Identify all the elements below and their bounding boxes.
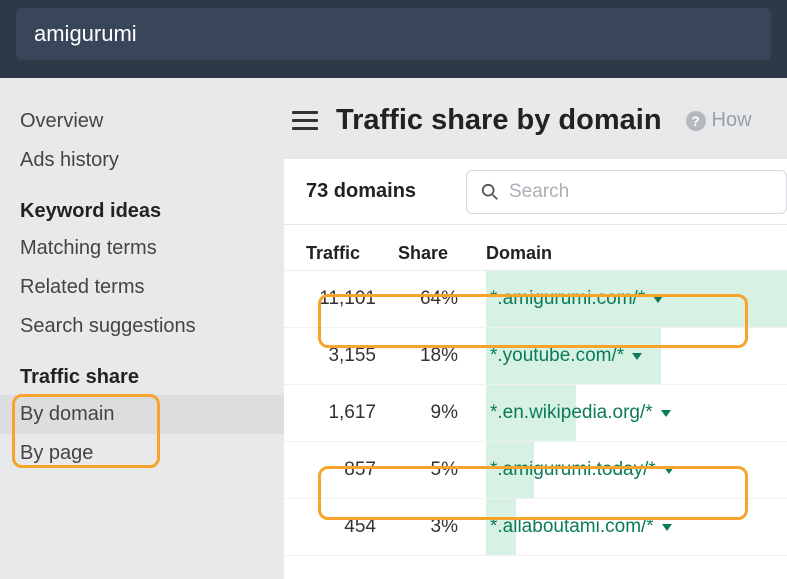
sidebar-item-by-page[interactable]: By page bbox=[0, 434, 284, 473]
sidebar-item-related-terms[interactable]: Related terms bbox=[0, 268, 284, 307]
domain-count-label: 73 domains bbox=[306, 180, 466, 203]
table-row: 11,10164%*.amigurumi.com/* bbox=[284, 271, 787, 328]
table-row: 1,6179%*.en.wikipedia.org/* bbox=[284, 385, 787, 442]
cell-domain[interactable]: *.youtube.com/* bbox=[486, 328, 787, 384]
cell-traffic: 11,101 bbox=[306, 288, 398, 310]
cell-domain[interactable]: *.allaboutami.com/* bbox=[486, 499, 787, 555]
keyword-search-input[interactable] bbox=[34, 21, 753, 47]
sidebar-item-search-suggestions[interactable]: Search suggestions bbox=[0, 307, 284, 346]
domain-link[interactable]: *.amigurumi.today/* bbox=[486, 459, 656, 481]
domain-search-input[interactable] bbox=[509, 181, 772, 203]
help-icon: ? bbox=[686, 111, 706, 131]
table-row: 4543%*.allaboutami.com/* bbox=[284, 499, 787, 556]
chevron-down-icon[interactable] bbox=[662, 524, 672, 531]
cell-share: 18% bbox=[398, 345, 486, 367]
cell-share: 64% bbox=[398, 288, 486, 310]
menu-icon[interactable] bbox=[292, 111, 318, 130]
domain-link[interactable]: *.youtube.com/* bbox=[486, 345, 624, 367]
sidebar-item-by-domain[interactable]: By domain bbox=[0, 395, 284, 434]
cell-domain[interactable]: *.amigurumi.today/* bbox=[486, 442, 787, 498]
help-label: How bbox=[712, 109, 752, 132]
cell-share: 5% bbox=[398, 459, 486, 481]
sidebar-item-matching-terms[interactable]: Matching terms bbox=[0, 229, 284, 268]
column-header-share[interactable]: Share bbox=[398, 243, 486, 264]
table-row: 3,15518%*.youtube.com/* bbox=[284, 328, 787, 385]
cell-traffic: 1,617 bbox=[306, 402, 398, 424]
column-header-domain[interactable]: Domain bbox=[486, 243, 787, 264]
domain-link[interactable]: *.en.wikipedia.org/* bbox=[486, 402, 653, 424]
table-header-row: Traffic Share Domain bbox=[284, 225, 787, 271]
cell-share: 3% bbox=[398, 516, 486, 538]
cell-domain[interactable]: *.amigurumi.com/* bbox=[486, 271, 787, 327]
cell-traffic: 454 bbox=[306, 516, 398, 538]
sidebar: Overview Ads history Keyword ideas Match… bbox=[0, 78, 284, 574]
domain-search-wrap[interactable] bbox=[466, 170, 787, 214]
domain-link[interactable]: *.amigurumi.com/* bbox=[486, 288, 645, 310]
chevron-down-icon[interactable] bbox=[661, 410, 671, 417]
column-header-traffic[interactable]: Traffic bbox=[306, 243, 398, 264]
page-title: Traffic share by domain bbox=[336, 104, 662, 137]
table-row: 8575%*.amigurumi.today/* bbox=[284, 442, 787, 499]
cell-domain[interactable]: *.en.wikipedia.org/* bbox=[486, 385, 787, 441]
cell-share: 9% bbox=[398, 402, 486, 424]
cell-traffic: 857 bbox=[306, 459, 398, 481]
keyword-search-wrap[interactable] bbox=[16, 8, 771, 60]
sidebar-heading-traffic-share: Traffic share bbox=[0, 346, 284, 395]
sidebar-item-overview[interactable]: Overview bbox=[0, 102, 284, 141]
sidebar-heading-keyword-ideas: Keyword ideas bbox=[0, 180, 284, 229]
top-bar bbox=[0, 0, 787, 78]
content-area: Traffic share by domain ? How 73 domains… bbox=[284, 78, 787, 574]
domain-link[interactable]: *.allaboutami.com/* bbox=[486, 516, 654, 538]
help-link[interactable]: ? How bbox=[686, 109, 752, 132]
search-icon bbox=[481, 183, 499, 201]
cell-traffic: 3,155 bbox=[306, 345, 398, 367]
sidebar-item-ads-history[interactable]: Ads history bbox=[0, 141, 284, 180]
chevron-down-icon[interactable] bbox=[664, 467, 674, 474]
chevron-down-icon[interactable] bbox=[653, 296, 663, 303]
results-panel: 73 domains Traffic Share Domain 11,10164… bbox=[284, 159, 787, 579]
chevron-down-icon[interactable] bbox=[632, 353, 642, 360]
